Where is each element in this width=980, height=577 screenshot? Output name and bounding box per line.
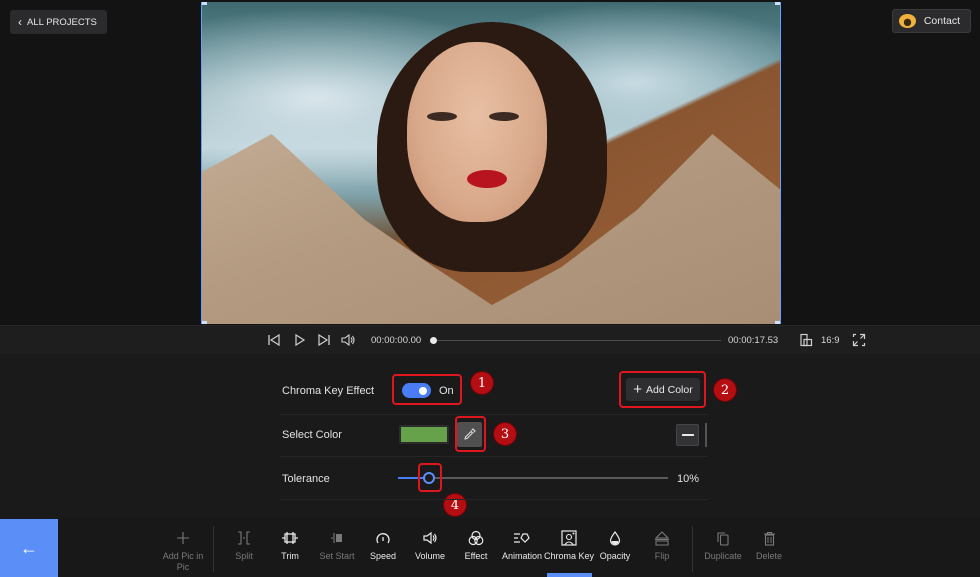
bottom-toolbar: ← Add Pic in Pic Split Trim Set Start Sp… (0, 518, 980, 577)
remove-color-button[interactable] (676, 424, 699, 446)
contact-button[interactable]: Contact (891, 9, 971, 33)
chroma-key-icon (561, 530, 577, 546)
annotation-highlight-4 (418, 463, 442, 492)
animation-icon (514, 533, 530, 543)
split-icon (238, 531, 250, 545)
trim-icon (282, 532, 298, 544)
toolbar-divider (213, 526, 214, 572)
chroma-key-panel: Chroma Key Effect On 1 + Add Color 2 Sel… (0, 354, 980, 518)
annotation-badge-1: 1 (470, 371, 494, 395)
subject-face (407, 42, 547, 222)
arrow-left-icon: ← (20, 537, 38, 558)
volume-icon (422, 531, 437, 545)
annotation-badge-4: 4 (443, 493, 467, 517)
playback-bar: 00:00:00.00 00:00:17.53 16:9 (0, 325, 980, 354)
skip-forward-icon[interactable] (317, 333, 331, 350)
preview-area: ‹ ALL PROJECTS Contact (0, 0, 980, 325)
resize-handle[interactable] (775, 321, 780, 324)
tool-flip[interactable]: Flip (635, 528, 689, 562)
plus-icon: + (633, 381, 643, 398)
effect-icon (468, 530, 484, 546)
tool-label: Animation (501, 551, 543, 561)
contact-avatar-icon (898, 14, 916, 28)
trash-icon (763, 531, 775, 546)
aspect-ratio-icon[interactable] (799, 333, 813, 350)
resize-handle[interactable] (775, 2, 780, 5)
playhead-knob[interactable] (430, 337, 437, 344)
tool-label: Speed (369, 551, 397, 561)
toggle-state-label: On (439, 385, 454, 397)
subject-lips (467, 170, 507, 188)
tool-delete[interactable]: Delete (742, 528, 796, 562)
tool-label: Duplicate (704, 551, 742, 561)
tool-opacity[interactable]: Opacity (588, 528, 642, 562)
tool-label: Chroma Key (543, 551, 595, 561)
annotation-badge-2: 2 (713, 378, 737, 402)
tool-label: Effect (464, 551, 488, 561)
droplet-icon (609, 530, 621, 546)
add-color-label: Add Color (646, 383, 693, 396)
color-list-scrollbar[interactable] (705, 423, 707, 447)
volume-icon[interactable] (341, 333, 356, 350)
video-preview[interactable] (201, 2, 781, 324)
row-divider (280, 414, 708, 415)
chroma-key-toggle[interactable] (402, 383, 431, 398)
tool-label: Split (235, 551, 253, 561)
resize-handle[interactable] (202, 321, 207, 324)
fullscreen-icon[interactable] (852, 333, 866, 350)
chevron-left-icon: ‹ (18, 15, 22, 29)
chroma-key-effect-label: Chroma Key Effect (282, 385, 375, 397)
minus-icon (681, 434, 694, 436)
eyedropper-button[interactable] (457, 422, 482, 447)
timeline-scrubber[interactable] (430, 337, 721, 344)
tool-label: Set Start (319, 551, 355, 561)
total-time: 00:00:17.53 (728, 335, 779, 346)
skip-back-icon[interactable] (267, 333, 281, 350)
tool-label: Opacity (599, 551, 631, 561)
back-button[interactable]: ← (0, 519, 58, 577)
row-divider (280, 499, 708, 500)
current-time: 00:00:00.00 (371, 335, 422, 346)
set-start-icon (331, 533, 342, 543)
plus-icon (177, 532, 189, 544)
resize-handle[interactable] (202, 2, 207, 5)
flip-icon (654, 530, 670, 546)
tool-label: Volume (414, 551, 446, 561)
tool-label: Flip (654, 551, 670, 561)
eyedropper-icon (464, 428, 476, 440)
all-projects-button[interactable]: ‹ ALL PROJECTS (10, 10, 107, 34)
tool-label: Trim (281, 551, 299, 561)
add-color-button[interactable]: + Add Color (626, 378, 700, 401)
contact-label: Contact (923, 15, 960, 27)
subject-eye-left (427, 112, 457, 121)
tool-trim[interactable]: Trim (263, 528, 317, 562)
tool-label: Delete (755, 551, 782, 561)
speedometer-icon (376, 533, 390, 544)
selected-color-swatch[interactable] (399, 425, 449, 444)
row-divider (280, 456, 708, 457)
tool-add-pic-in-pic[interactable]: Add Pic in Pic (156, 528, 210, 573)
toolbar-divider (692, 526, 693, 572)
duplicate-icon (717, 531, 729, 546)
tool-label: Add Pic in Pic (162, 551, 204, 572)
all-projects-label: ALL PROJECTS (27, 16, 97, 28)
tool-animation[interactable]: Animation (495, 528, 549, 562)
subject-eye-right (489, 112, 519, 121)
tolerance-label: Tolerance (282, 473, 330, 485)
tolerance-value: 10% (677, 473, 700, 485)
aspect-ratio-value[interactable]: 16:9 (821, 335, 840, 346)
active-tool-indicator (547, 573, 592, 577)
select-color-label: Select Color (282, 429, 342, 441)
video-editor-app: ‹ ALL PROJECTS Contact 00:00:00.00 00:00… (0, 0, 980, 577)
tool-speed[interactable]: Speed (356, 528, 410, 562)
annotation-badge-3: 3 (493, 422, 517, 446)
toggle-knob (419, 386, 427, 395)
play-icon[interactable] (293, 333, 307, 350)
